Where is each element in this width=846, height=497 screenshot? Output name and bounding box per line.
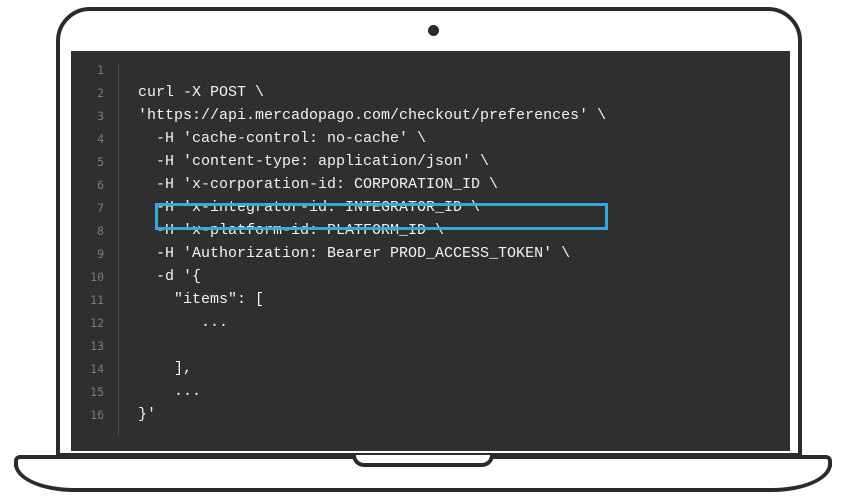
line-number: 7 [97,201,104,215]
code-line: curl -X POST \ [138,84,265,101]
line-number: 6 [97,178,104,192]
line-number: 4 [97,132,104,146]
line-number: 2 [97,86,104,100]
line-number: 11 [90,293,104,307]
code-editor: 1 2 3 4 5 6 7 8 9 10 11 12 13 14 15 16 c… [71,51,790,451]
code-line: 'https://api.mercadopago.com/checkout/pr… [138,107,607,124]
line-number: 3 [97,109,104,123]
line-number: 14 [90,362,104,376]
code-line: }' [138,406,157,423]
line-number: 8 [97,224,104,238]
line-number: 9 [97,247,104,261]
highlight-box [155,203,608,230]
line-number: 5 [97,155,104,169]
line-number: 13 [90,339,104,353]
code-line: ... [138,314,229,331]
webcam-icon [428,25,439,36]
line-number-gutter: 1 2 3 4 5 6 7 8 9 10 11 12 13 14 15 16 [71,51,118,451]
laptop-illustration: 1 2 3 4 5 6 7 8 9 10 11 12 13 14 15 16 c… [0,0,846,497]
line-number: 16 [90,408,104,422]
code-line: -H 'cache-control: no-cache' \ [138,130,427,147]
line-number: 12 [90,316,104,330]
line-number: 10 [90,270,104,284]
code-line: ... [138,383,202,400]
code-line: -H 'content-type: application/json' \ [138,153,490,170]
code-line: -d '{ [138,268,202,285]
laptop-notch [352,455,494,467]
gutter-divider [118,63,119,435]
code-line: -H 'Authorization: Bearer PROD_ACCESS_TO… [138,245,571,262]
code-line: "items": [ [138,291,265,308]
code-line: -H 'x-corporation-id: CORPORATION_ID \ [138,176,499,193]
code-line: ], [138,360,193,377]
line-number: 15 [90,385,104,399]
line-number: 1 [97,63,104,77]
